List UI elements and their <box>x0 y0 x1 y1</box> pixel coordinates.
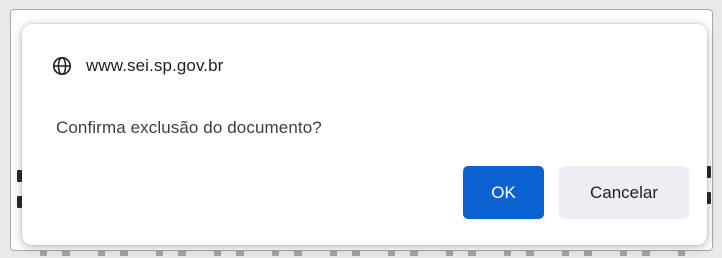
dialog-message: Confirma exclusão do documento? <box>56 118 322 137</box>
confirm-dialog: www.sei.sp.gov.br Confirma exclusão do d… <box>22 24 707 245</box>
ok-button[interactable]: OK <box>463 166 544 219</box>
dialog-origin: www.sei.sp.gov.br <box>52 56 223 76</box>
background-text-fragment <box>707 192 711 204</box>
background-text-fragment <box>707 166 711 178</box>
background-text-strip <box>40 251 700 256</box>
dialog-origin-url: www.sei.sp.gov.br <box>86 56 224 75</box>
cancel-button[interactable]: Cancelar <box>559 166 689 219</box>
globe-icon <box>52 56 72 76</box>
